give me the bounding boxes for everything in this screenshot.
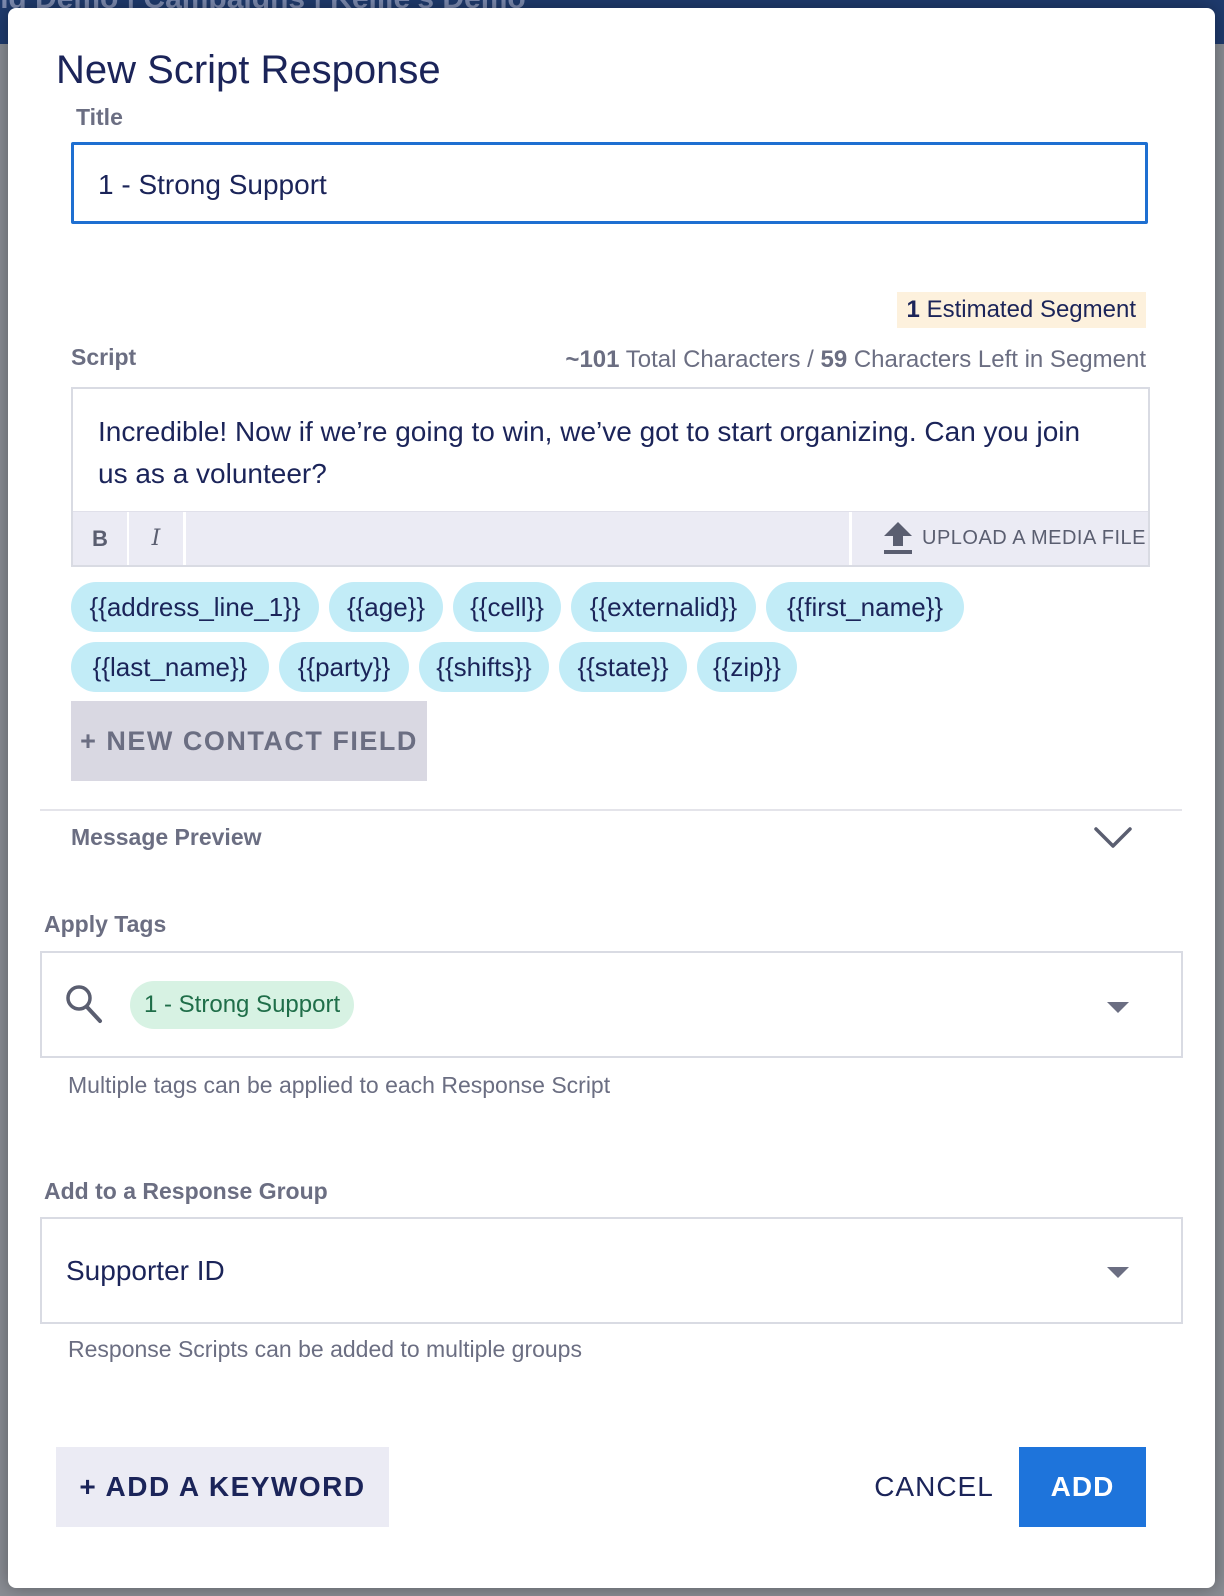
message-preview-toggle[interactable]: Message Preview: [71, 824, 262, 851]
contact-field-chip[interactable]: {{shifts}}: [419, 642, 549, 692]
apply-tags-select[interactable]: 1 - Strong Support: [40, 951, 1183, 1058]
characters-left: 59: [820, 346, 848, 373]
characters-left-label: Characters Left in Segment: [853, 346, 1146, 373]
search-icon: [64, 983, 104, 1030]
apply-tags-label: Apply Tags: [44, 911, 167, 937]
contact-field-chip[interactable]: {{last_name}}: [71, 642, 269, 692]
dialog-title: New Script Response: [56, 48, 441, 92]
apply-tags-help: Multiple tags can be applied to each Res…: [68, 1072, 611, 1098]
estimated-segment-badge: 1 Estimated Segment: [896, 292, 1146, 328]
upload-icon: [882, 520, 914, 577]
response-group-value: Supporter ID: [66, 1255, 225, 1286]
selected-tag-chip[interactable]: 1 - Strong Support: [130, 981, 355, 1029]
total-characters: ~101: [565, 346, 620, 373]
contact-field-chip[interactable]: {{zip}}: [697, 642, 797, 692]
segment-label: Estimated Segment: [926, 296, 1136, 323]
chevron-down-icon[interactable]: [1093, 824, 1133, 857]
cancel-button[interactable]: CANCEL: [864, 1447, 1004, 1527]
title-input[interactable]: 1 - Strong Support: [71, 142, 1148, 224]
response-group-label: Add to a Response Group: [44, 1178, 328, 1204]
contact-field-chip[interactable]: {{state}}: [559, 642, 687, 692]
italic-button[interactable]: I: [129, 512, 186, 565]
add-button[interactable]: ADD: [1019, 1447, 1146, 1527]
editor-toolbar: B I UPLOAD A MEDIA FILE: [73, 511, 1148, 565]
contact-field-chip[interactable]: {{externalid}}: [571, 582, 756, 632]
contact-field-chip[interactable]: {{first_name}}: [766, 582, 964, 632]
upload-media-label: UPLOAD A MEDIA FILE: [922, 527, 1147, 549]
bold-button[interactable]: B: [73, 512, 130, 565]
new-script-response-dialog: New Script Response Title 1 - Strong Sup…: [8, 8, 1215, 1588]
upload-media-button[interactable]: UPLOAD A MEDIA FILE: [849, 512, 1148, 565]
caret-down-icon[interactable]: [1107, 1002, 1129, 1013]
total-characters-label: Total Characters /: [625, 346, 814, 373]
title-label: Title: [76, 104, 123, 130]
add-keyword-button[interactable]: + ADD A KEYWORD: [56, 1447, 389, 1527]
response-group-select[interactable]: Supporter ID: [40, 1217, 1183, 1324]
script-text[interactable]: Incredible! Now if we’re going to win, w…: [98, 411, 1108, 495]
contact-field-chip[interactable]: {{party}}: [279, 642, 409, 692]
contact-field-chip[interactable]: {{age}}: [329, 582, 443, 632]
script-label: Script: [71, 344, 137, 370]
contact-field-chip[interactable]: {{address_line_1}}: [71, 582, 319, 632]
script-editor[interactable]: Incredible! Now if we’re going to win, w…: [71, 387, 1150, 567]
character-count: ~101 Total Characters / 59 Characters Le…: [565, 346, 1146, 374]
segment-count: 1: [906, 296, 920, 323]
new-contact-field-button[interactable]: + NEW CONTACT FIELD: [71, 701, 427, 781]
response-group-help: Response Scripts can be added to multipl…: [68, 1336, 582, 1362]
contact-field-chip[interactable]: {{cell}}: [453, 582, 561, 632]
caret-down-icon[interactable]: [1107, 1267, 1129, 1278]
divider: [40, 809, 1182, 811]
